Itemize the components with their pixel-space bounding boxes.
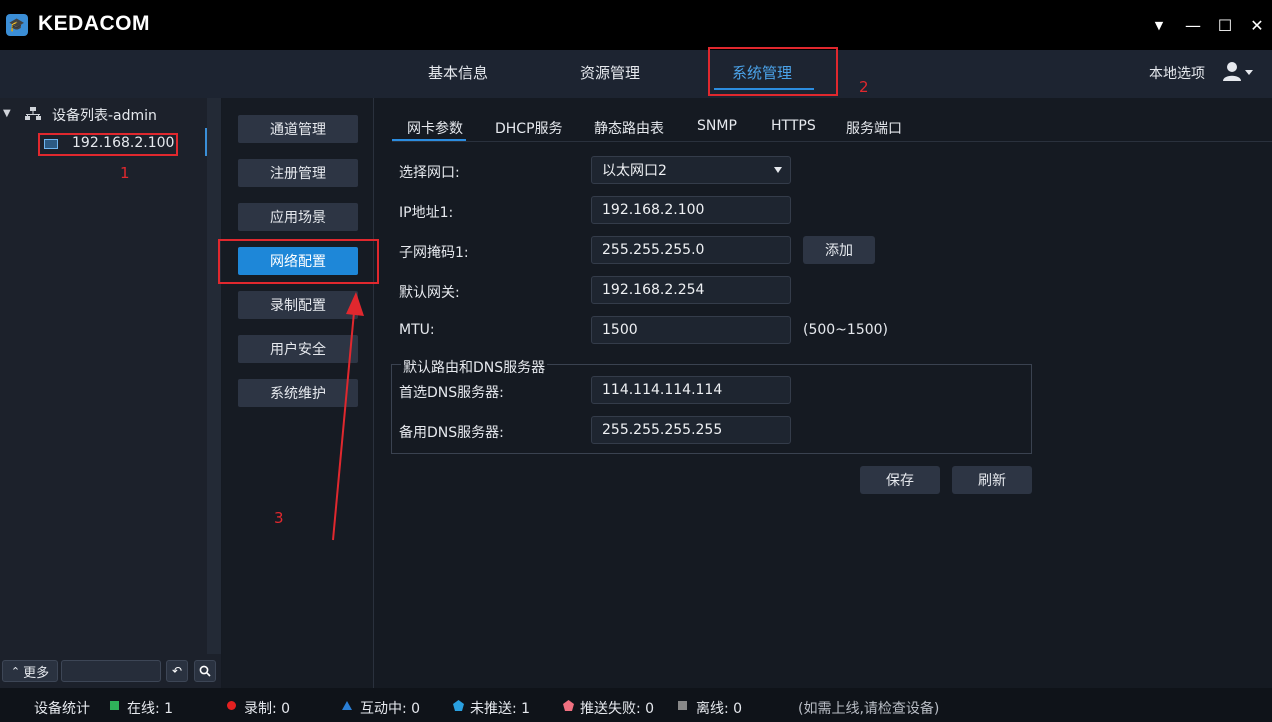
local-options-link[interactable]: 本地选项 xyxy=(1149,63,1205,83)
subtab-https[interactable]: HTTPS xyxy=(771,118,816,134)
primary-dns-input[interactable]: 114.114.114.114 xyxy=(591,376,791,404)
select-port-label: 选择网口: xyxy=(399,165,460,181)
annotation-number-2: 2 xyxy=(859,78,869,96)
annotation-number-3: 3 xyxy=(274,509,284,527)
push-failed-count: 推送失败: 0 xyxy=(580,701,655,717)
recording-count: 录制: 0 xyxy=(244,701,291,717)
push-failed-pentagon-icon xyxy=(563,700,574,711)
tree-selection-indicator xyxy=(205,128,207,156)
device-list-root[interactable]: 设备列表-admin xyxy=(52,105,157,125)
main-nav: 基本信息 资源管理 系统管理 本地选项 xyxy=(0,50,1272,98)
subtab-static-routes[interactable]: 静态路由表 xyxy=(594,118,664,138)
port-select-value: 以太网口2 xyxy=(602,163,667,179)
subtab-dhcp[interactable]: DHCP服务 xyxy=(495,118,563,138)
close-icon[interactable]: ✕ xyxy=(1246,14,1268,36)
menu-channel-management[interactable]: 通道管理 xyxy=(238,115,358,143)
menu-application-scenario[interactable]: 应用场景 xyxy=(238,203,358,231)
primary-dns-label: 首选DNS服务器: xyxy=(399,385,504,401)
online-square-icon xyxy=(110,701,119,710)
add-button[interactable]: 添加 xyxy=(803,236,875,264)
window-menu-icon[interactable]: ▼ xyxy=(1148,14,1170,36)
subnet-mask-label: 子网掩码1: xyxy=(399,245,469,261)
menu-registration-management[interactable]: 注册管理 xyxy=(238,159,358,187)
mtu-label: MTU: xyxy=(399,322,435,338)
kedacom-logo-icon: 🎓 xyxy=(6,14,28,36)
annotation-arrow-icon xyxy=(332,292,364,541)
subtab-nic-params[interactable]: 网卡参数 xyxy=(407,118,463,138)
dns-group-title: 默认路由和DNS服务器 xyxy=(401,357,548,377)
tab-basic-info[interactable]: 基本信息 xyxy=(428,62,488,83)
offline-count: 离线: 0 xyxy=(696,701,743,717)
interacting-triangle-icon xyxy=(342,701,352,710)
subtab-divider xyxy=(392,141,1272,142)
gateway-input[interactable]: 192.168.2.254 xyxy=(591,276,791,304)
subtab-snmp[interactable]: SNMP xyxy=(697,118,737,134)
online-count: 在线: 1 xyxy=(127,701,174,717)
secondary-dns-label: 备用DNS服务器: xyxy=(399,425,504,441)
annotation-box-system-tab xyxy=(708,47,838,96)
title-bar: 🎓 KEDACOM ▼ — ☐ ✕ xyxy=(0,0,1272,50)
minimize-icon[interactable]: — xyxy=(1182,14,1204,36)
user-menu-icon[interactable] xyxy=(1222,60,1254,84)
subnet-mask-input[interactable]: 255.255.255.0 xyxy=(591,236,791,264)
not-pushed-count: 未推送: 1 xyxy=(470,701,531,717)
annotation-box-network-menu xyxy=(218,239,379,284)
secondary-dns-input[interactable]: 255.255.255.255 xyxy=(591,416,791,444)
tree-expand-icon[interactable]: ▼ xyxy=(3,108,11,119)
tree-scrollbar[interactable] xyxy=(207,98,221,654)
network-config-panel: 网卡参数 DHCP服务 静态路由表 SNMP HTTPS 服务端口 选择网口: … xyxy=(375,98,1272,688)
search-icon[interactable] xyxy=(194,660,216,682)
tab-resource-management[interactable]: 资源管理 xyxy=(580,62,640,83)
status-hint: (如需上线,请检查设备) xyxy=(798,701,940,717)
ip-address-input[interactable]: 192.168.2.100 xyxy=(591,196,791,224)
not-pushed-pentagon-icon xyxy=(453,700,464,711)
interacting-count: 互动中: 0 xyxy=(360,701,421,717)
recording-dot-icon xyxy=(227,701,236,710)
maximize-icon[interactable]: ☐ xyxy=(1214,14,1236,36)
refresh-button[interactable]: 刷新 xyxy=(952,466,1032,494)
mtu-range-hint: (500~1500) xyxy=(803,322,889,338)
double-chevron-up-icon: ⌃ xyxy=(10,664,21,678)
app-brand: KEDACOM xyxy=(38,12,150,35)
offline-square-icon xyxy=(678,701,687,710)
subtab-service-ports[interactable]: 服务端口 xyxy=(846,118,902,138)
undo-icon[interactable]: ↶ xyxy=(166,660,188,682)
gateway-label: 默认网关: xyxy=(399,285,460,301)
annotation-number-1: 1 xyxy=(120,164,130,182)
more-button[interactable]: ⌃ 更多 xyxy=(2,660,58,682)
mtu-input[interactable]: 1500 xyxy=(591,316,791,344)
tree-search-input[interactable] xyxy=(61,660,161,682)
status-bar: 设备统计 在线: 1 录制: 0 互动中: 0 未推送: 1 推送失败: 0 离… xyxy=(0,688,1272,722)
dropdown-arrow-icon xyxy=(774,167,782,173)
ip-label: IP地址1: xyxy=(399,205,454,221)
save-button[interactable]: 保存 xyxy=(860,466,940,494)
port-select[interactable]: 以太网口2 xyxy=(591,156,791,184)
annotation-box-device xyxy=(38,133,178,156)
network-devices-icon xyxy=(25,107,41,120)
device-tree-panel: ▼ 设备列表-admin 192.168.2.100 ⌃ 更多 ↶ xyxy=(0,98,221,688)
more-label: 更多 xyxy=(23,665,50,681)
device-stats-title: 设备统计 xyxy=(34,701,90,717)
